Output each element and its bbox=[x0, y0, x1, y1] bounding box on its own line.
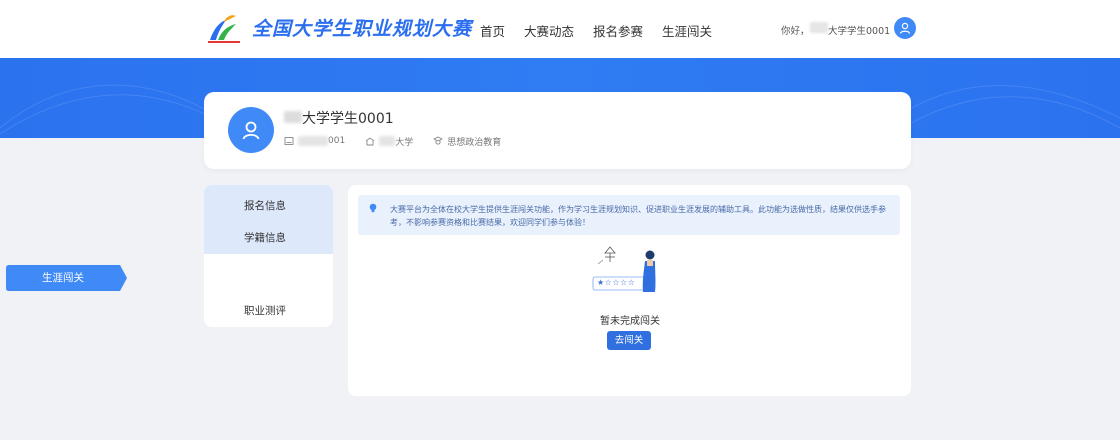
username-text[interactable]: 大学学生0001 bbox=[828, 23, 890, 37]
brand-title[interactable]: 全国大学生职业规划大赛 bbox=[252, 14, 472, 41]
profile-card: 大学学生0001 001 大学 思想政治教育 bbox=[204, 92, 911, 169]
redacted-school bbox=[379, 136, 396, 146]
sidebar-item-registration-info[interactable]: 报名信息 bbox=[204, 198, 326, 213]
major-name: 思想政治教育 bbox=[447, 137, 502, 148]
sidebar-item-student-status[interactable]: 学籍信息 bbox=[204, 230, 326, 245]
star-rating: ★☆☆☆☆ bbox=[597, 278, 636, 287]
sidebar-item-career-assessment[interactable]: 职业测评 bbox=[204, 303, 326, 318]
school-icon bbox=[365, 137, 375, 146]
nav-news[interactable]: 大赛动态 bbox=[524, 21, 574, 40]
user-icon bbox=[242, 121, 260, 140]
nav-register[interactable]: 报名参赛 bbox=[593, 21, 643, 40]
main-nav: 首页 大赛动态 报名参赛 生涯闯关 bbox=[480, 21, 712, 40]
top-header: 全国大学生职业规划大赛 首页 大赛动态 报名参赛 生涯闯关 你好， 大学学生00… bbox=[0, 0, 1120, 58]
school-name: 大学 bbox=[395, 137, 414, 148]
profile-avatar bbox=[228, 107, 274, 153]
empty-state-text: 暂未完成闯关 bbox=[600, 316, 660, 327]
empty-state-illustration bbox=[592, 246, 656, 292]
profile-name: 大学学生0001 bbox=[302, 111, 394, 127]
go-challenge-button[interactable]: 去闯关 bbox=[607, 331, 651, 350]
sidebar-item-career-challenge[interactable]: 生涯闯关 bbox=[6, 265, 120, 291]
lightbulb-icon bbox=[369, 203, 377, 213]
student-id: 001 bbox=[328, 136, 346, 146]
nav-career-challenge[interactable]: 生涯闯关 bbox=[662, 21, 712, 40]
profile-meta: 001 大学 思想政治教育 bbox=[284, 134, 501, 148]
redacted-student-id bbox=[298, 136, 328, 146]
nav-home[interactable]: 首页 bbox=[480, 21, 505, 40]
user-avatar[interactable] bbox=[894, 17, 916, 39]
major-icon bbox=[433, 136, 444, 145]
notice-text: 大赛平台为全体在校大学生提供生涯闯关功能，作为学习生涯规划知识、促进职业生涯发展… bbox=[390, 205, 886, 227]
user-icon bbox=[899, 22, 911, 34]
greeting-text: 你好， bbox=[781, 26, 810, 37]
logo-icon[interactable] bbox=[206, 12, 242, 44]
redacted-username bbox=[810, 22, 828, 33]
notice-banner: 大赛平台为全体在校大学生提供生涯闯关功能，作为学习生涯规划知识、促进职业生涯发展… bbox=[358, 195, 900, 235]
redacted-name bbox=[284, 111, 302, 123]
id-card-icon bbox=[284, 137, 294, 145]
